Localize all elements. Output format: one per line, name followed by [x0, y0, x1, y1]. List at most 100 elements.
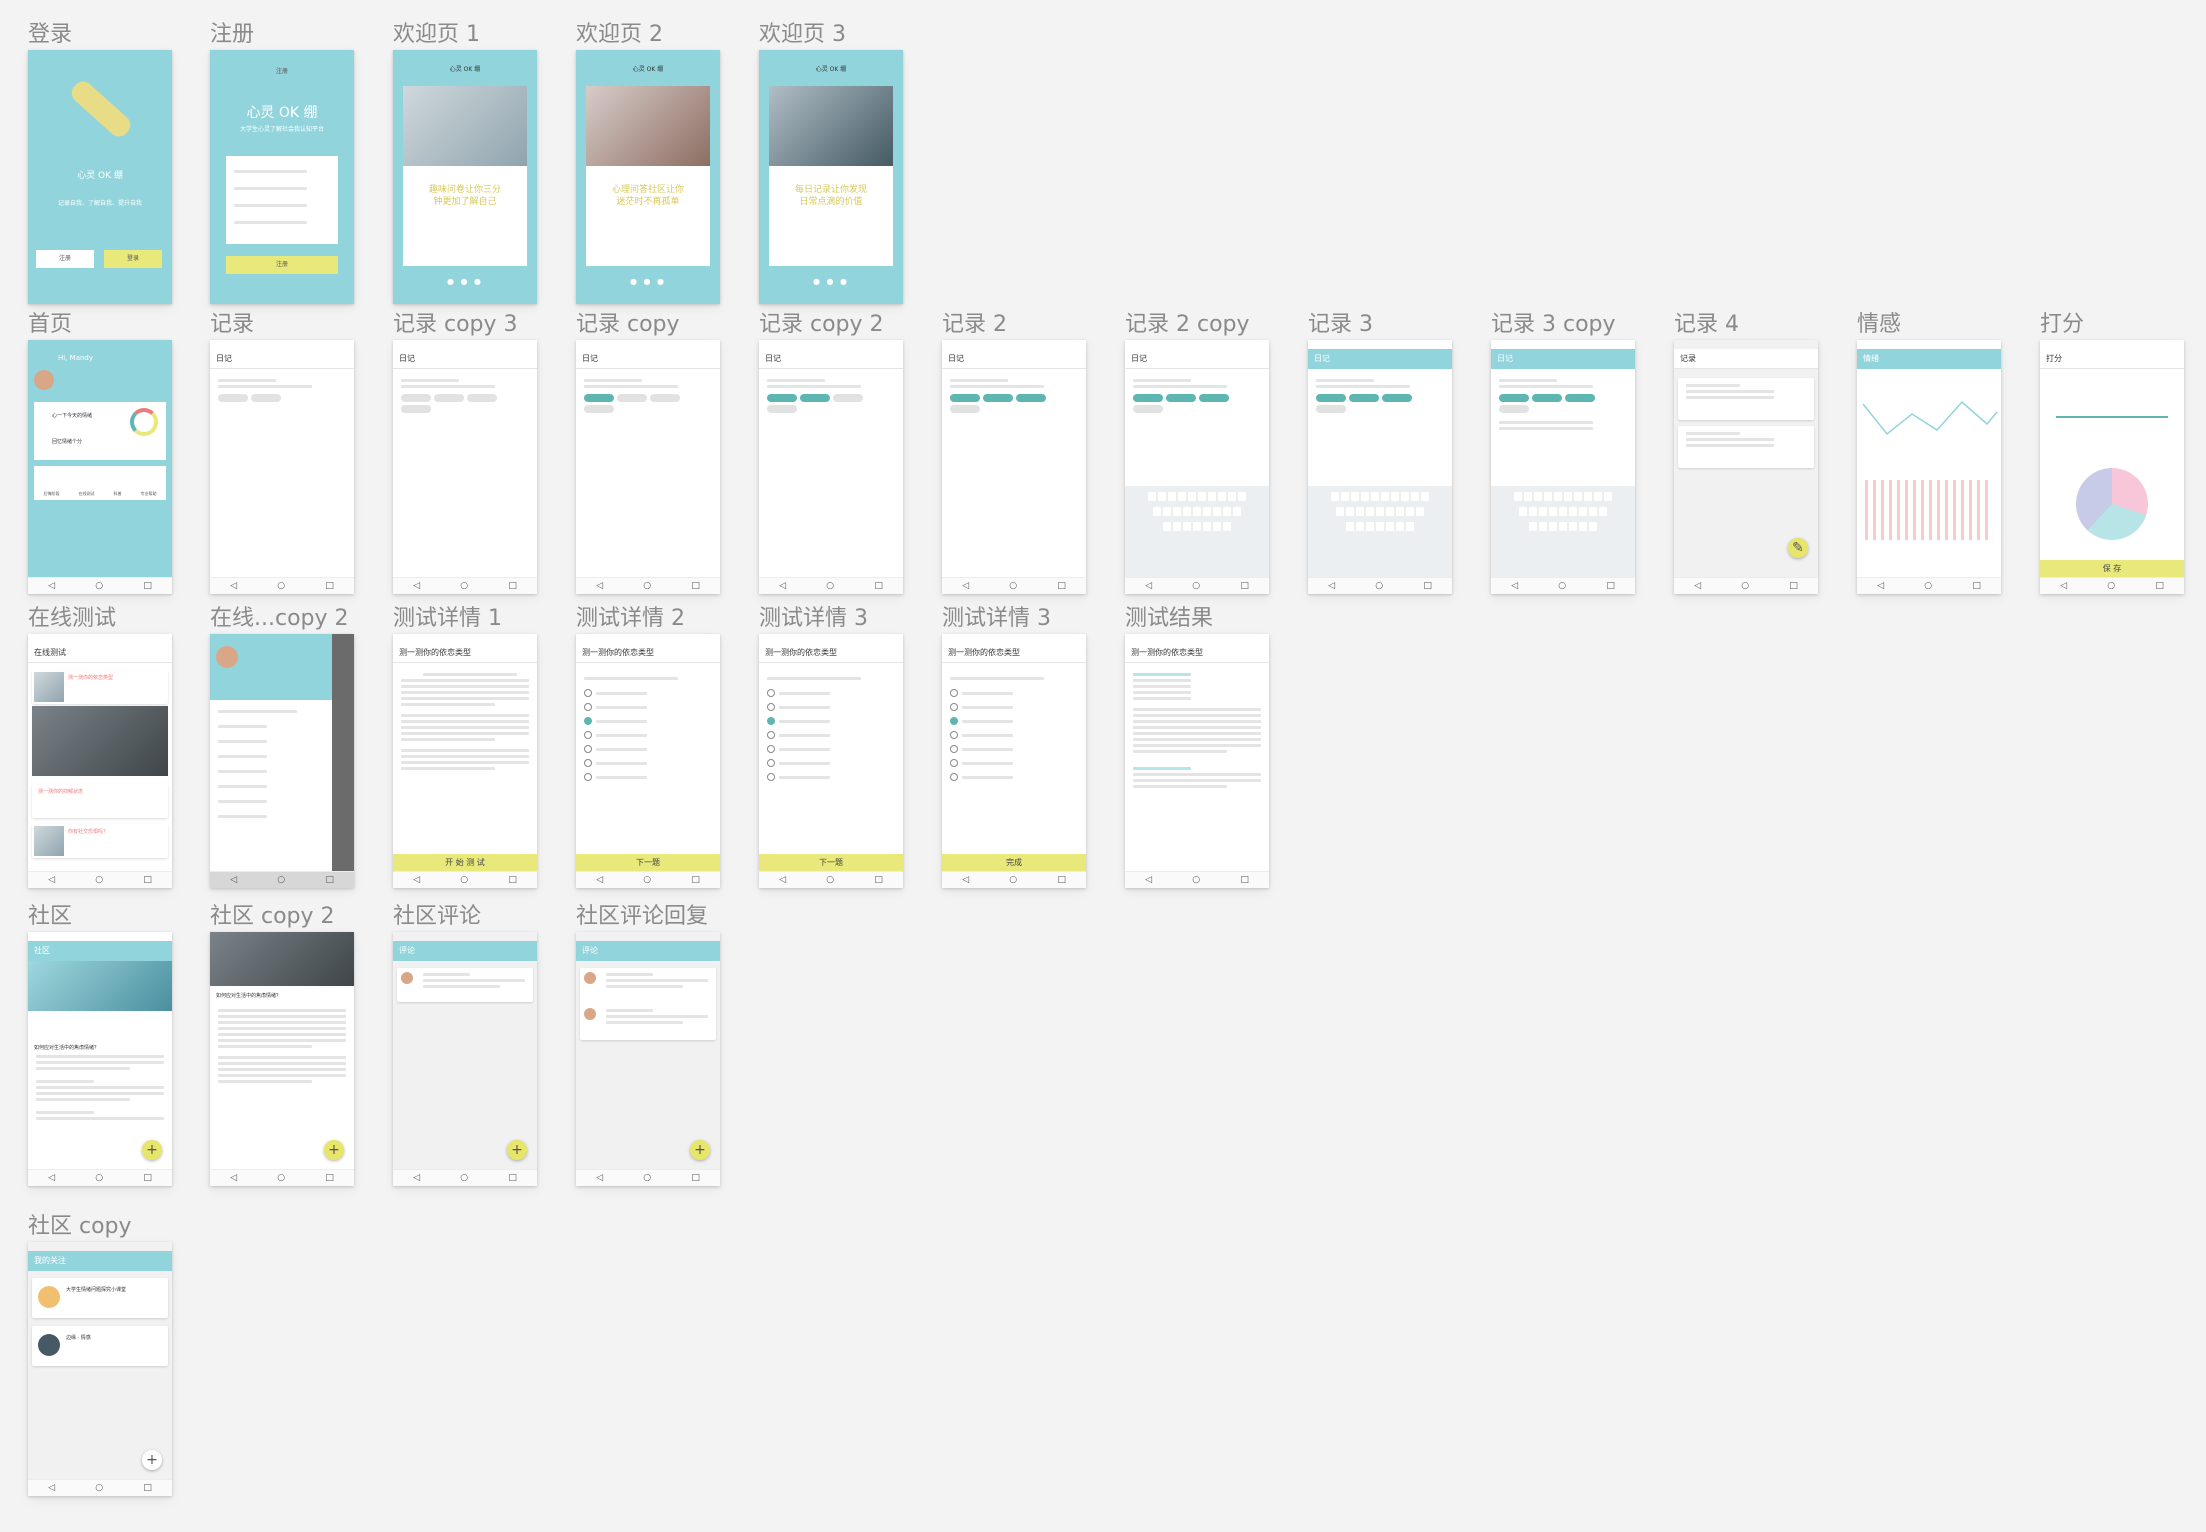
home-icon[interactable]: ○	[1192, 581, 1200, 591]
back-icon[interactable]: ◁	[596, 875, 603, 885]
home-icon[interactable]: ○	[1558, 581, 1566, 591]
keyboard[interactable]	[1491, 486, 1635, 578]
artboard-community-comment[interactable]: 社区评论 评论 + ◁ ○ □	[393, 904, 537, 1186]
signup-button[interactable]: 注册	[36, 250, 94, 268]
recents-icon[interactable]: □	[1240, 581, 1249, 591]
recents-icon[interactable]: □	[325, 1173, 334, 1183]
artboard-online-test[interactable]: 在线测试 在线测试 测一测你的依恋类型 测一测你的抑郁状态 你有社交恐惧吗？ ◁…	[28, 606, 172, 888]
back-icon[interactable]: ◁	[413, 875, 420, 885]
back-icon[interactable]: ◁	[2060, 581, 2067, 591]
home-icon[interactable]: ○	[643, 1173, 651, 1183]
home-icon[interactable]: ○	[460, 1173, 468, 1183]
test-card[interactable]: 你有社交恐惧吗？	[32, 824, 168, 858]
home-icon[interactable]: ○	[277, 581, 285, 591]
home-item-2[interactable]: 回忆情绪个分	[52, 438, 82, 445]
artboard-record[interactable]: 记录 日记 ◁ ○ □	[210, 312, 354, 594]
home-icon[interactable]: ○	[826, 581, 834, 591]
recents-icon[interactable]: □	[874, 875, 883, 885]
artboard-test-result[interactable]: 测试结果 测一测你的依恋类型 ◁ ○ □	[1125, 606, 1269, 888]
home-icon[interactable]: ○	[95, 1483, 103, 1493]
recents-icon[interactable]: □	[691, 875, 700, 885]
recents-icon[interactable]: □	[325, 875, 334, 885]
artboard-signup[interactable]: 注册 注册 心灵 OK 绷 大学生心灵了解社会我认知平台 注册	[210, 22, 354, 304]
back-icon[interactable]: ◁	[1694, 581, 1701, 591]
artboard-test-detail-2[interactable]: 测试详情 2 测一测你的依恋类型 下一题 ◁ ○ □	[576, 606, 720, 888]
home-icon[interactable]: ○	[95, 875, 103, 885]
artboard-record-2[interactable]: 记录 2 日记 ◁ ○ □	[942, 312, 1086, 594]
done-button[interactable]: 完成	[942, 854, 1086, 872]
recents-icon[interactable]: □	[508, 581, 517, 591]
signup-submit-button[interactable]: 注册	[226, 256, 338, 274]
rating-slider[interactable]	[2056, 416, 2168, 418]
artboard-home[interactable]: 首页 Hi, Mandy 心一下今天的情绪 回忆情绪个分 后悔阶段 在线测试 科…	[28, 312, 172, 594]
home-icon[interactable]: ○	[1009, 581, 1017, 591]
artboard-test-detail-1[interactable]: 测试详情 1 测一测你的依恋类型 开 始 测 试 ◁ ○ □	[393, 606, 537, 888]
back-icon[interactable]: ◁	[596, 581, 603, 591]
artboard-login[interactable]: 登录 心灵 OK 绷 记录自我、了解自我、提升自我 注册 登录	[28, 22, 172, 304]
recents-icon[interactable]: □	[1606, 581, 1615, 591]
recents-icon[interactable]: □	[1972, 581, 1981, 591]
artboard-community-reply[interactable]: 社区评论回复 评论 + ◁ ○ □	[576, 904, 720, 1186]
recents-icon[interactable]: □	[508, 1173, 517, 1183]
home-icon[interactable]: ○	[277, 875, 285, 885]
artboard-record-copy-3[interactable]: 记录 copy 3 日记 ◁ ○ □	[393, 312, 537, 594]
back-icon[interactable]: ◁	[1877, 581, 1884, 591]
back-icon[interactable]: ◁	[1145, 581, 1152, 591]
artboard-record-2-copy[interactable]: 记录 2 copy 日记 ◁ ○ □	[1125, 312, 1269, 594]
recents-icon[interactable]: □	[1789, 581, 1798, 591]
recents-icon[interactable]: □	[143, 1173, 152, 1183]
artboard-record-copy[interactable]: 记录 copy 日记 ◁ ○ □	[576, 312, 720, 594]
artboard-welcome-1[interactable]: 欢迎页 1 心灵 OK 绷 趣味问卷让你三分 钟更加了解自己 ● ● ●	[393, 22, 537, 304]
home-icon[interactable]: ○	[1741, 581, 1749, 591]
recents-icon[interactable]: □	[1057, 581, 1066, 591]
artboard-community-copy[interactable]: 社区 copy 我的关注 大学生情绪问题探究小课堂 边缘 · 情感 + ◁ ○ □	[28, 1214, 172, 1496]
home-icon[interactable]: ○	[826, 875, 834, 885]
test-card[interactable]: 测一测你的抑郁状态	[32, 784, 168, 818]
grid-item[interactable]: 科普	[114, 491, 122, 497]
recents-icon[interactable]: □	[2155, 581, 2164, 591]
home-icon[interactable]: ○	[95, 1173, 103, 1183]
back-icon[interactable]: ◁	[48, 581, 55, 591]
artboard-record-3-copy[interactable]: 记录 3 copy 日记 ◁ ○ □	[1491, 312, 1635, 594]
back-icon[interactable]: ◁	[230, 581, 237, 591]
test-card[interactable]: 测一测你的依恋类型	[32, 670, 168, 704]
home-icon[interactable]: ○	[643, 875, 651, 885]
add-comment-fab[interactable]: +	[507, 1140, 527, 1160]
home-icon[interactable]: ○	[1009, 875, 1017, 885]
login-button[interactable]: 登录	[104, 250, 162, 268]
add-comment-fab[interactable]: +	[690, 1140, 710, 1160]
add-follow-fab[interactable]: +	[142, 1450, 162, 1470]
artboard-record-copy-2[interactable]: 记录 copy 2 日记 ◁ ○ □	[759, 312, 903, 594]
home-icon[interactable]: ○	[460, 581, 468, 591]
back-icon[interactable]: ◁	[48, 1483, 55, 1493]
recents-icon[interactable]: □	[143, 1483, 152, 1493]
recents-icon[interactable]: □	[1057, 875, 1066, 885]
artboard-welcome-3[interactable]: 欢迎页 3 心灵 OK 绷 每日记录让你发现 日常点滴的价值 ● ● ●	[759, 22, 903, 304]
keyboard[interactable]	[1308, 486, 1452, 578]
recents-icon[interactable]: □	[1240, 875, 1249, 885]
recents-icon[interactable]: □	[143, 581, 152, 591]
home-icon[interactable]: ○	[460, 875, 468, 885]
back-icon[interactable]: ◁	[596, 1173, 603, 1183]
home-icon[interactable]: ○	[2107, 581, 2115, 591]
follow-card[interactable]: 边缘 · 情感	[32, 1326, 168, 1366]
comment-card[interactable]	[580, 968, 716, 1040]
grid-item[interactable]: 专业帮助	[141, 491, 157, 497]
artboard-test-detail-3[interactable]: 测试详情 3 测一测你的依恋类型 下一题 ◁ ○ □	[759, 606, 903, 888]
back-icon[interactable]: ◁	[230, 875, 237, 885]
back-icon[interactable]: ◁	[962, 581, 969, 591]
back-icon[interactable]: ◁	[413, 1173, 420, 1183]
save-button[interactable]: 保 存	[2040, 560, 2184, 578]
nav-drawer[interactable]	[210, 634, 332, 872]
artboard-record-3[interactable]: 记录 3 日记 ◁ ○ □	[1308, 312, 1452, 594]
artboard-welcome-2[interactable]: 欢迎页 2 心灵 OK 绷 心理问答社区让你 迷茫时不再孤单 ● ● ●	[576, 22, 720, 304]
follow-card[interactable]: 大学生情绪问题探究小课堂	[32, 1278, 168, 1318]
home-icon[interactable]: ○	[95, 581, 103, 591]
back-icon[interactable]: ◁	[48, 1173, 55, 1183]
grid-item[interactable]: 后悔阶段	[44, 491, 60, 497]
next-question-button[interactable]: 下一题	[759, 854, 903, 872]
home-icon[interactable]: ○	[643, 581, 651, 591]
grid-item[interactable]: 在线测试	[79, 491, 95, 497]
start-test-button[interactable]: 开 始 测 试	[393, 854, 537, 872]
artboard-online-test-copy-2[interactable]: 在线...copy 2 ◁ ○ □	[210, 606, 354, 888]
